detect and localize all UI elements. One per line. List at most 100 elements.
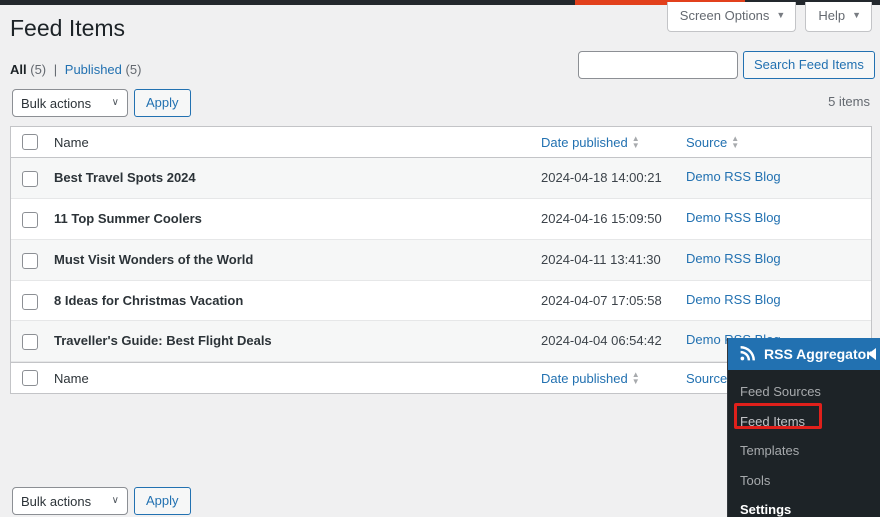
help-button[interactable]: Help ▼ — [805, 2, 872, 32]
row-checkbox[interactable] — [22, 211, 38, 228]
chevron-down-icon: ▼ — [852, 10, 861, 21]
sort-indicator-icon: ▲▼ — [631, 370, 640, 387]
flyout-item-templates[interactable]: Templates — [728, 436, 880, 466]
row-source-link[interactable]: Demo RSS Blog — [686, 292, 781, 307]
table-row: Best Travel Spots 2024 2024-04-18 14:00:2… — [11, 158, 871, 199]
select-all-cell-bottom — [11, 370, 49, 387]
sort-date-published-link[interactable]: Date published ▲ ▼ — [541, 135, 640, 150]
row-title[interactable]: 11 Top Summer Coolers — [54, 211, 202, 226]
filter-all-label[interactable]: All — [10, 62, 27, 77]
flyout-item-label: Feed Sources — [740, 384, 821, 399]
flyout-item-settings[interactable]: Settings — [728, 495, 880, 517]
row-source-cell: Demo RSS Blog — [686, 158, 871, 194]
row-name-cell: 11 Top Summer Coolers — [49, 199, 541, 238]
admin-screen: Screen Options ▼ Help ▼ Feed Items All (… — [0, 0, 880, 517]
sort-indicator-icon: ▲▼ — [731, 134, 740, 150]
row-checkbox-cell — [11, 240, 49, 269]
tablenav-top: Bulk actions ∨ Apply — [12, 89, 191, 117]
column-header-name: Name — [49, 135, 541, 150]
tablenav-bottom: Bulk actions ∨ Apply — [12, 487, 191, 515]
column-header-date[interactable]: Date published ▲ ▼ — [541, 135, 686, 150]
row-name-cell: 8 Ideas for Christmas Vacation — [49, 281, 541, 320]
row-date-cell: 2024-04-11 13:41:30 — [541, 240, 686, 280]
row-source-link[interactable]: Demo RSS Blog — [686, 251, 781, 266]
row-title[interactable]: Traveller's Guide: Best Flight Deals — [54, 333, 272, 348]
row-source: Demo RSS Blog — [686, 210, 781, 225]
row-title[interactable]: Must Visit Wonders of the World — [54, 252, 253, 267]
screen-meta-links: Screen Options ▼ Help ▼ — [666, 2, 872, 32]
sort-date-published-link-bottom[interactable]: Date published ▲ ▼ — [541, 371, 640, 386]
flyout-item-label: Settings — [740, 502, 792, 517]
column-header-name-label: Name — [54, 134, 89, 150]
row-title[interactable]: Best Travel Spots 2024 — [54, 170, 196, 185]
column-footer-date[interactable]: Date published ▲ ▼ — [541, 371, 686, 386]
row-source-cell: Demo RSS Blog — [686, 281, 871, 317]
row-date-cell: 2024-04-04 06:54:42 — [541, 321, 686, 361]
screen-options-label: Screen Options — [679, 8, 770, 23]
column-footer-source-label: Source — [686, 370, 728, 386]
search-submit-button[interactable]: Search Feed Items — [743, 51, 875, 79]
flyout-arrow-icon — [868, 348, 876, 360]
table-row: Must Visit Wonders of the World 2024-04-1… — [11, 239, 871, 281]
row-checkbox[interactable] — [22, 334, 38, 351]
table-header-row: Name Date published ▲ ▼ Source ▲ ▼ — [11, 127, 871, 158]
flyout-item-feed-items[interactable]: Feed Items — [728, 407, 880, 437]
sort-source-link[interactable]: Source ▲ ▼ — [686, 135, 739, 150]
column-footer-name-label: Name — [54, 370, 89, 386]
row-date-cell: 2024-04-18 14:00:21 — [541, 158, 686, 198]
row-name-cell: Best Travel Spots 2024 — [49, 158, 541, 197]
row-checkbox-cell — [11, 281, 49, 310]
rss-aggregator-flyout-menu: RSS Aggregator Feed Sources Feed Items Tem… — [727, 338, 880, 517]
flyout-item-label: Templates — [740, 443, 800, 458]
page-title: Feed Items — [10, 15, 126, 41]
row-source: Demo RSS Blog — [686, 169, 781, 184]
chevron-down-icon: ∨ — [111, 97, 119, 108]
row-name-cell: Traveller's Guide: Best Flight Deals — [49, 321, 541, 360]
flyout-title: RSS Aggregator — [764, 346, 872, 362]
bulk-actions-value-bottom: Bulk actions — [21, 493, 92, 509]
filter-published-link[interactable]: Published — [65, 62, 122, 77]
column-header-source[interactable]: Source ▲ ▼ — [686, 135, 871, 150]
chevron-down-icon: ▼ — [776, 10, 786, 21]
row-checkbox-cell — [11, 321, 49, 351]
table-body: Best Travel Spots 2024 2024-04-18 14:00:2… — [11, 158, 871, 363]
bulk-actions-select-top[interactable]: Bulk actions ∨ — [12, 89, 128, 117]
select-all-checkbox-bottom[interactable] — [22, 370, 38, 387]
row-date: 2024-04-04 06:54:42 — [541, 333, 662, 349]
bulk-actions-select-bottom[interactable]: Bulk actions ∨ — [12, 487, 128, 515]
row-date: 2024-04-18 14:00:21 — [541, 170, 662, 185]
column-header-source-label: Source — [686, 134, 728, 150]
flyout-item-tools[interactable]: Tools — [728, 466, 880, 496]
flyout-item-label: Tools — [740, 472, 771, 488]
flyout-item-feed-sources[interactable]: Feed Sources — [728, 377, 880, 407]
row-source-link[interactable]: Demo RSS Blog — [686, 169, 781, 184]
row-name-cell: Must Visit Wonders of the World — [49, 240, 541, 279]
row-source-cell: Demo RSS Blog — [686, 199, 871, 235]
row-checkbox[interactable] — [22, 252, 38, 269]
flyout-item-list: Feed Sources Feed Items Templates Tools Sett… — [728, 370, 880, 517]
table-row: 11 Top Summer Coolers 2024-04-16 15:09:50… — [11, 199, 871, 240]
row-date: 2024-04-07 17:05:58 — [541, 292, 662, 308]
row-title[interactable]: 8 Ideas for Christmas Vacation — [54, 293, 243, 308]
filter-separator: | — [53, 62, 58, 77]
screen-options-button[interactable]: Screen Options ▼ — [666, 2, 797, 32]
flyout-header[interactable]: RSS Aggregator — [728, 338, 880, 370]
column-footer-name: Name — [49, 371, 541, 386]
row-date-cell: 2024-04-07 17:05:58 — [541, 281, 686, 321]
bulk-actions-value-top: Bulk actions — [21, 95, 92, 111]
rss-icon — [740, 346, 755, 361]
row-checkbox[interactable] — [22, 293, 38, 310]
displaying-num: 5 items — [828, 94, 870, 109]
row-checkbox-cell — [11, 199, 49, 228]
apply-button-top[interactable]: Apply — [134, 89, 191, 117]
search-input[interactable] — [578, 51, 738, 79]
select-all-checkbox-top[interactable] — [22, 134, 38, 150]
chevron-down-icon: ∨ — [111, 495, 119, 506]
filter-all-count: (5) — [30, 62, 47, 77]
row-source: Demo RSS Blog — [686, 251, 781, 266]
row-source-link[interactable]: Demo RSS Blog — [686, 210, 781, 225]
table-row: 8 Ideas for Christmas Vacation 2024-04-07… — [11, 281, 871, 322]
row-checkbox[interactable] — [22, 171, 38, 187]
row-source: Demo RSS Blog — [686, 292, 781, 307]
apply-button-bottom[interactable]: Apply — [134, 487, 191, 515]
